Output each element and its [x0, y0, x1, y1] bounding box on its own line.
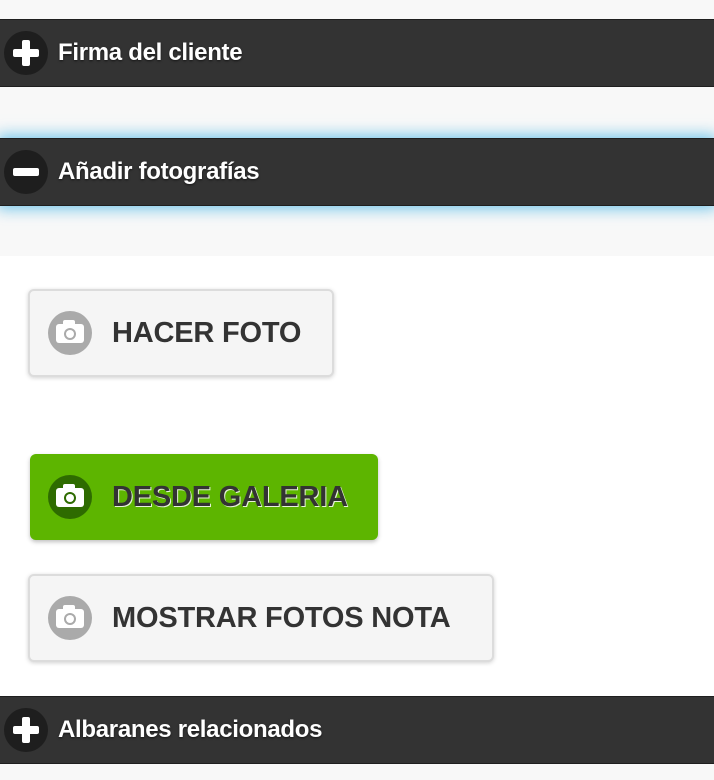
take-photo-label: HACER FOTO — [112, 316, 302, 349]
minus-icon — [4, 150, 48, 194]
photos-panel: HACER FOTO DESDE GALERIA MOSTRAR FOTOS N… — [0, 256, 714, 696]
show-note-photos-label: MOSTRAR FOTOS NOTA — [112, 601, 451, 634]
plus-icon — [4, 31, 48, 75]
camera-icon — [48, 596, 92, 640]
section-header-firma-cliente[interactable]: Firma del cliente — [0, 19, 714, 87]
camera-icon — [48, 475, 92, 519]
plus-icon — [4, 708, 48, 752]
section-header-anadir-fotografias[interactable]: Añadir fotografías — [0, 138, 714, 206]
section-title: Añadir fotografías — [58, 158, 260, 185]
section-header-albaranes-relacionados[interactable]: Albaranes relacionados — [0, 696, 714, 764]
from-gallery-label: DESDE GALERIA — [112, 480, 348, 513]
section-title: Firma del cliente — [58, 39, 243, 66]
take-photo-button[interactable]: HACER FOTO — [28, 289, 334, 377]
camera-icon — [48, 311, 92, 355]
from-gallery-button[interactable]: DESDE GALERIA — [30, 454, 378, 540]
show-note-photos-button[interactable]: MOSTRAR FOTOS NOTA — [28, 574, 494, 662]
section-title: Albaranes relacionados — [58, 716, 323, 743]
